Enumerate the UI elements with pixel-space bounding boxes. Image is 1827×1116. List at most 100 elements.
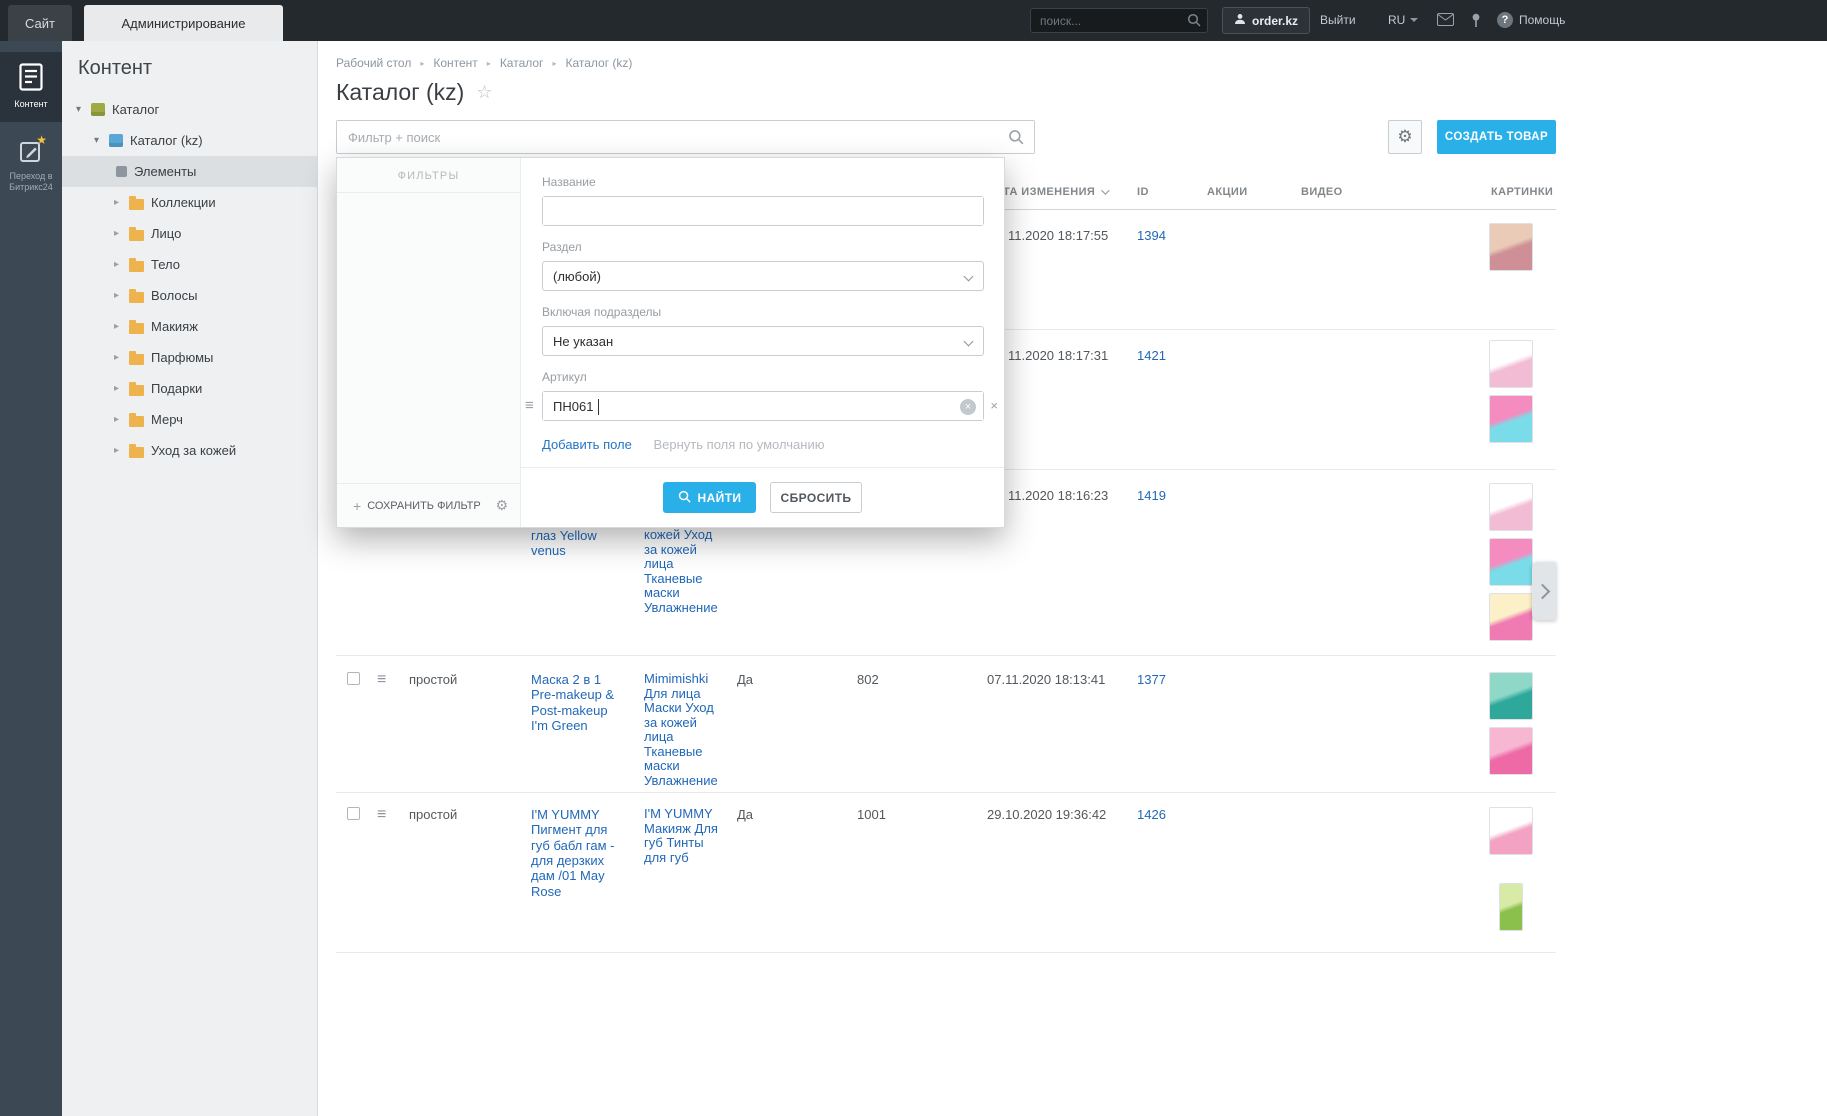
find-button[interactable]: НАЙТИ <box>663 482 756 513</box>
module-content-tile[interactable]: Контент <box>0 52 62 122</box>
section-link[interactable]: Для лица <box>644 686 701 701</box>
row-menu-icon[interactable]: ≡ <box>377 672 386 688</box>
remove-field-icon[interactable]: × <box>990 398 998 413</box>
filter-buttons-bar: НАЙТИ СБРОСИТЬ <box>521 467 1004 527</box>
clear-field-icon[interactable]: × <box>960 399 976 415</box>
product-thumbnail[interactable] <box>1489 727 1533 775</box>
caret-right-icon[interactable]: ▸ <box>114 321 129 332</box>
header-actions[interactable]: АКЦИИ <box>1196 186 1290 198</box>
gear-icon[interactable]: ⚙ <box>495 497 508 514</box>
module-bitrix24-tile[interactable]: ★ Переход в Битрикс24 <box>0 134 62 198</box>
section-link[interactable]: Макияж <box>644 821 691 836</box>
row-id-link[interactable]: 1421 <box>1137 348 1166 363</box>
product-thumbnail[interactable] <box>1489 395 1533 443</box>
section-link[interactable]: Увлажнение <box>644 773 718 788</box>
product-name-link[interactable]: Маска 2 в 1 Pre-makeup & Post-makeup I'm… <box>531 672 614 733</box>
caret-right-icon[interactable]: ▸ <box>114 259 129 270</box>
product-thumbnail[interactable] <box>1489 538 1533 586</box>
section-link[interactable]: Маски <box>644 700 682 715</box>
user-menu-button[interactable]: order.kz <box>1222 7 1311 34</box>
tree-item-katalog[interactable]: ▾ Каталог <box>62 94 317 125</box>
section-link[interactable]: Увлажнение <box>644 600 718 615</box>
create-product-button[interactable]: СОЗДАТЬ ТОВАР <box>1437 120 1556 154</box>
product-thumbnail[interactable] <box>1489 807 1533 855</box>
breadcrumb-item[interactable]: Каталог <box>500 56 544 70</box>
favorite-star-icon[interactable]: ☆ <box>476 82 492 103</box>
save-filter-button[interactable]: + СОХРАНИТЬ ФИЛЬТР ⚙ <box>337 483 520 527</box>
section-link[interactable]: Mimimishki <box>644 671 708 686</box>
article-field[interactable] <box>543 392 983 420</box>
header-id[interactable]: ID <box>1126 186 1196 198</box>
header-pictures[interactable]: КАРТИНКИ <box>1480 186 1556 198</box>
row-id-link[interactable]: 1426 <box>1137 807 1166 822</box>
product-thumbnail[interactable] <box>1489 223 1533 271</box>
caret-right-icon[interactable]: ▸ <box>114 290 129 301</box>
subsections-select-value: Не указан <box>553 333 614 349</box>
breadcrumb-item[interactable]: Контент <box>433 56 477 70</box>
subsections-select[interactable]: Не указан <box>542 326 984 356</box>
tree-item-merch[interactable]: ▸ Мерч <box>62 404 317 435</box>
add-field-link[interactable]: Добавить поле <box>542 437 632 452</box>
caret-right-icon[interactable]: ▸ <box>114 414 129 425</box>
section-link[interactable]: кожей <box>644 527 680 542</box>
scroll-right-chevron[interactable] <box>1532 562 1556 620</box>
breadcrumb-item[interactable]: Каталог (kz) <box>565 56 632 70</box>
tree-item-katalog-kz[interactable]: ▾ Каталог (kz) <box>62 125 317 156</box>
product-thumbnail[interactable] <box>1489 340 1533 388</box>
folder-icon <box>129 226 144 241</box>
row-id-link[interactable]: 1419 <box>1137 488 1166 503</box>
help-button[interactable]: ? Помощь <box>1497 12 1565 28</box>
filter-search-input[interactable] <box>337 121 1034 153</box>
reset-button[interactable]: СБРОСИТЬ <box>770 482 862 513</box>
product-name-link[interactable]: I'M YUMMY Пигмент для губ бабл гам - для… <box>531 807 614 899</box>
product-thumbnail[interactable] <box>1489 593 1533 641</box>
name-field-wrap <box>542 196 984 226</box>
caret-down-icon[interactable]: ▾ <box>76 104 91 115</box>
section-link[interactable]: Тканевые маски <box>644 571 702 601</box>
language-selector[interactable]: RU <box>1388 13 1419 27</box>
tree-item-makiyazh[interactable]: ▸ Макияж <box>62 311 317 342</box>
grid-settings-button[interactable]: ⚙ <box>1388 120 1422 154</box>
caret-right-icon[interactable]: ▸ <box>114 352 129 363</box>
caret-right-icon[interactable]: ▸ <box>114 228 129 239</box>
tree-item-telo[interactable]: ▸ Тело <box>62 249 317 280</box>
header-video[interactable]: ВИДЕО <box>1290 186 1480 198</box>
restore-defaults-link[interactable]: Вернуть поля по умолчанию <box>654 437 825 452</box>
tab-administration[interactable]: Администрирование <box>84 5 283 41</box>
caret-down-icon[interactable]: ▾ <box>94 135 109 146</box>
tree-item-lico[interactable]: ▸ Лицо <box>62 218 317 249</box>
product-thumbnail[interactable] <box>1489 672 1533 720</box>
pin-icon[interactable] <box>1470 13 1482 31</box>
messages-icon[interactable] <box>1437 13 1454 29</box>
search-icon[interactable] <box>1008 129 1024 148</box>
row-menu-icon[interactable]: ≡ <box>377 807 386 823</box>
drag-handle-icon[interactable]: ≡ <box>525 398 534 413</box>
name-field[interactable] <box>543 197 983 225</box>
row-id-link[interactable]: 1394 <box>1137 228 1166 243</box>
tree-item-uhod-za-kozhey[interactable]: ▸ Уход за кожей <box>62 435 317 466</box>
tab-site[interactable]: Сайт <box>8 5 72 41</box>
section-select[interactable]: (любой) <box>542 261 984 291</box>
topbar-search-input[interactable] <box>1030 8 1208 33</box>
module-bitrix24-label: Переход в Битрикс24 <box>9 170 53 192</box>
caret-right-icon[interactable]: ▸ <box>114 445 129 456</box>
tree-item-parfyumy[interactable]: ▸ Парфюмы <box>62 342 317 373</box>
tree-item-podarki[interactable]: ▸ Подарки <box>62 373 317 404</box>
product-thumbnail[interactable] <box>1499 883 1523 931</box>
caret-right-icon[interactable]: ▸ <box>114 197 129 208</box>
tree-item-kollekcii[interactable]: ▸ Коллекции <box>62 187 317 218</box>
product-name-link[interactable]: глаз Yellow venus <box>531 528 597 558</box>
product-thumbnail[interactable] <box>1489 483 1533 531</box>
row-sort: 802 <box>857 672 879 687</box>
tree-item-volosy[interactable]: ▸ Волосы <box>62 280 317 311</box>
row-checkbox[interactable] <box>347 807 360 820</box>
row-id-link[interactable]: 1377 <box>1137 672 1166 687</box>
logout-link[interactable]: Выйти <box>1320 13 1356 27</box>
breadcrumb-item[interactable]: Рабочий стол <box>336 56 411 70</box>
section-link[interactable]: Тканевые маски <box>644 744 702 774</box>
caret-right-icon[interactable]: ▸ <box>114 383 129 394</box>
section-link[interactable]: I'M YUMMY <box>644 806 712 821</box>
tree-item-elements[interactable]: Элементы <box>62 156 317 187</box>
search-icon[interactable] <box>1187 13 1201 30</box>
row-checkbox[interactable] <box>347 672 360 685</box>
